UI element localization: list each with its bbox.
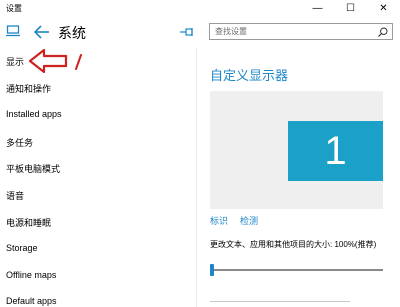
scale-label: 更改文本、应用和其他项目的大小: 100%(推荐)	[210, 240, 377, 249]
pin-icon[interactable]	[180, 28, 194, 36]
sidebar-item-offline-maps[interactable]: Offline maps	[6, 270, 56, 280]
header: 系统	[0, 17, 400, 48]
main-pane: 自定义显示器 1 标识 检测 更改文本、应用和其他项目的大小: 100%(推荐)	[197, 48, 400, 307]
sidebar-item-installed-apps[interactable]: Installed apps	[6, 109, 62, 119]
section-title: 自定义显示器	[210, 68, 289, 83]
minimize-button[interactable]: —	[301, 0, 334, 17]
back-arrow-icon[interactable]	[34, 25, 50, 39]
sidebar-item-default-apps[interactable]: Default apps	[6, 296, 57, 306]
sidebar-item-speech[interactable]: 语音	[6, 189, 24, 202]
sidebar: 显示 通知和操作 Installed apps 多任务 平板电脑模式 语音 电源…	[0, 48, 195, 307]
sidebar-item-display[interactable]: 显示	[6, 55, 24, 68]
annotation-arrow-icon	[28, 48, 82, 74]
search-input[interactable]	[215, 25, 365, 38]
next-control-edge	[210, 301, 350, 302]
title-bar: 设置 — ☐ ✕	[0, 0, 400, 17]
home-icon[interactable]	[6, 25, 20, 37]
sidebar-item-multitasking[interactable]: 多任务	[6, 136, 33, 149]
identify-link[interactable]: 标识	[210, 214, 228, 227]
sidebar-item-power-sleep[interactable]: 电源和睡眠	[6, 216, 51, 229]
page-title: 系统	[58, 25, 86, 41]
scale-slider[interactable]	[210, 264, 383, 276]
sidebar-item-tablet-mode[interactable]: 平板电脑模式	[6, 162, 60, 175]
sidebar-item-notifications[interactable]: 通知和操作	[6, 82, 51, 95]
monitor-tile[interactable]: 1	[288, 121, 383, 181]
window-title: 设置	[6, 4, 22, 13]
close-button[interactable]: ✕	[367, 0, 400, 17]
monitor-arrangement-panel: 1	[210, 91, 383, 209]
maximize-button[interactable]: ☐	[334, 0, 367, 17]
sidebar-item-storage[interactable]: Storage	[6, 243, 38, 253]
search-icon[interactable]	[378, 27, 388, 37]
search-box[interactable]	[209, 23, 393, 40]
detect-link[interactable]: 检测	[240, 214, 258, 227]
scale-slider-thumb[interactable]	[210, 264, 214, 276]
